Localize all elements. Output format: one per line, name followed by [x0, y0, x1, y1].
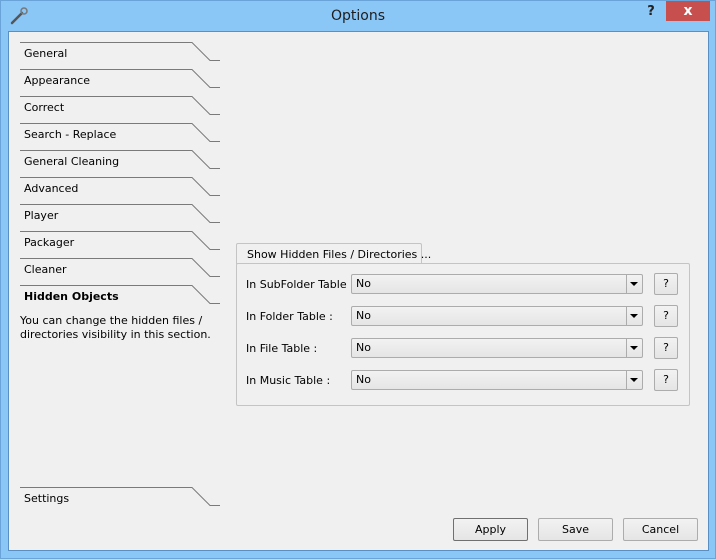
file-help-button[interactable]: ? [654, 337, 678, 359]
window-title: Options [330, 8, 386, 24]
sidebar-item-label: Player [24, 209, 59, 222]
chevron-down-icon[interactable] [626, 275, 642, 293]
sidebar-item-hidden-objects[interactable]: Hidden Objects [20, 285, 220, 312]
sidebar-item-label: General [24, 47, 68, 60]
chevron-down-icon[interactable] [626, 371, 642, 389]
save-button[interactable]: Save [538, 518, 613, 541]
selected-value: No [356, 373, 371, 386]
selected-value: No [356, 277, 371, 290]
sidebar-item-label: Advanced [24, 182, 79, 195]
sidebar-item-advanced[interactable]: Advanced [20, 177, 220, 204]
sidebar-item-appearance[interactable]: Appearance [20, 69, 220, 96]
sidebar-item-label: Cleaner [24, 263, 67, 276]
subfolder-table-select[interactable]: No [351, 274, 643, 294]
sidebar-item-label: Correct [24, 101, 65, 114]
sidebar-item-player[interactable]: Player [20, 204, 220, 231]
music-table-label: In Music Table : [246, 374, 331, 387]
sidebar-item-general-cleaning[interactable]: General Cleaning [20, 150, 220, 177]
cancel-button[interactable]: Cancel [623, 518, 698, 541]
subfolder-help-button[interactable]: ? [654, 273, 678, 295]
file-table-label: In File Table : [246, 342, 318, 355]
apply-button[interactable]: Apply [453, 518, 528, 541]
group-title: Show Hidden Files / Directories ... [247, 248, 432, 261]
folder-table-select[interactable]: No [351, 306, 643, 326]
client-area: General Appearance Correct Search - Repl… [8, 31, 709, 551]
folder-table-label: In Folder Table : [246, 310, 333, 323]
sidebar-item-general[interactable]: General [20, 42, 220, 69]
folder-help-button[interactable]: ? [654, 305, 678, 327]
music-help-button[interactable]: ? [654, 369, 678, 391]
group-tab: Show Hidden Files / Directories ... [236, 243, 431, 264]
sidebar-item-label: Appearance [24, 74, 91, 87]
subfolder-table-label: In SubFolder Table : [246, 278, 354, 291]
music-table-select[interactable]: No [351, 370, 643, 390]
options-window: Options ? x General Appearance Correct S… [0, 0, 716, 559]
chevron-down-icon[interactable] [626, 307, 642, 325]
sidebar-item-label: Search - Replace [24, 128, 117, 141]
chevron-down-icon[interactable] [626, 339, 642, 357]
file-table-select[interactable]: No [351, 338, 643, 358]
sidebar-item-label: General Cleaning [24, 155, 120, 168]
sidebar-item-search-replace[interactable]: Search - Replace [20, 123, 220, 150]
sidebar-item-label: Settings [24, 492, 70, 505]
sidebar-item-label: Hidden Objects [24, 290, 119, 303]
sidebar-item-packager[interactable]: Packager [20, 231, 220, 258]
sidebar-item-label: Packager [24, 236, 75, 249]
selected-value: No [356, 341, 371, 354]
sidebar-item-cleaner[interactable]: Cleaner [20, 258, 220, 285]
title-bar[interactable]: Options ? x [1, 1, 715, 31]
selected-value: No [356, 309, 371, 322]
sidebar-item-settings[interactable]: Settings [20, 487, 220, 514]
close-button[interactable]: x [666, 1, 710, 21]
help-button[interactable]: ? [641, 3, 661, 21]
sidebar-item-correct[interactable]: Correct [20, 96, 220, 123]
section-description: You can change the hidden files / direct… [20, 314, 211, 341]
